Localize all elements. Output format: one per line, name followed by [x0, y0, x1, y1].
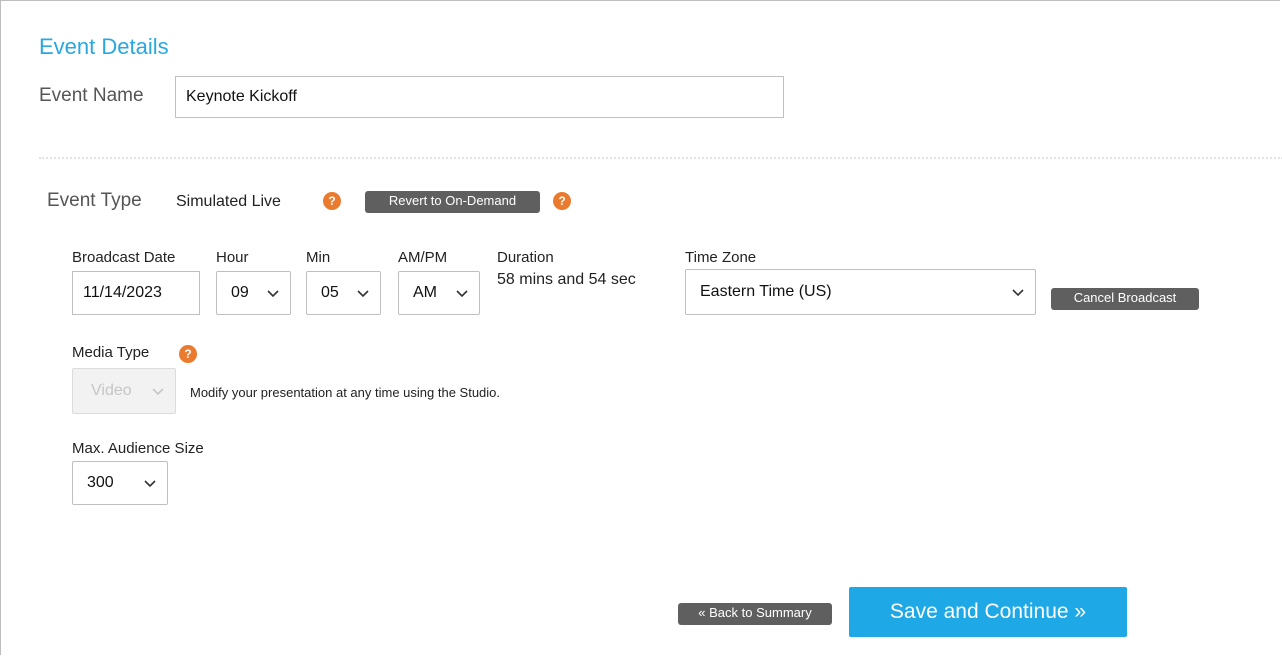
- time-zone-select[interactable]: Eastern Time (US): [685, 269, 1036, 315]
- media-type-select: Video: [72, 368, 176, 414]
- section-title: Event Details: [39, 34, 169, 59]
- broadcast-date-input[interactable]: [72, 271, 200, 315]
- min-value: 05: [321, 284, 339, 301]
- time-zone-value: Eastern Time (US): [700, 283, 832, 300]
- chevron-down-icon: [267, 290, 279, 298]
- media-type-hint: Modify your presentation at any time usi…: [190, 385, 501, 400]
- media-type-help-icon[interactable]: ?: [179, 345, 197, 363]
- time-zone-label: Time Zone: [685, 249, 757, 266]
- section-divider: [39, 157, 1282, 159]
- event-name-input[interactable]: [175, 76, 784, 118]
- revert-help-icon[interactable]: ?: [553, 192, 571, 210]
- hour-select[interactable]: 09: [216, 271, 291, 315]
- broadcast-date-label: Broadcast Date: [72, 249, 176, 266]
- revert-to-on-demand-button[interactable]: Revert to On-Demand: [365, 191, 540, 213]
- event-details-panel: Event Details Event Name Event Type Simu…: [0, 0, 1282, 655]
- max-audience-value: 300: [87, 474, 114, 491]
- hour-label: Hour: [216, 249, 249, 266]
- media-type-value: Video: [91, 382, 132, 399]
- event-type-label: Event Type: [47, 190, 142, 211]
- ampm-select[interactable]: AM: [398, 271, 480, 315]
- media-type-label: Media Type: [72, 344, 150, 361]
- chevron-down-icon: [152, 388, 164, 396]
- event-name-label: Event Name: [39, 85, 144, 106]
- ampm-value: AM: [413, 284, 437, 301]
- event-type-value: Simulated Live: [176, 193, 281, 210]
- duration-label: Duration: [497, 249, 554, 266]
- duration-value: 58 mins and 54 sec: [497, 271, 636, 288]
- chevron-down-icon: [144, 480, 156, 488]
- chevron-down-icon: [456, 290, 468, 298]
- cancel-broadcast-button[interactable]: Cancel Broadcast: [1051, 288, 1199, 310]
- chevron-down-icon: [357, 290, 369, 298]
- max-audience-select[interactable]: 300: [72, 461, 168, 505]
- back-to-summary-button[interactable]: « Back to Summary: [678, 603, 832, 625]
- event-type-help-icon[interactable]: ?: [323, 192, 341, 210]
- min-label: Min: [306, 249, 331, 266]
- min-select[interactable]: 05: [306, 271, 381, 315]
- chevron-down-icon: [1012, 289, 1024, 297]
- save-and-continue-button[interactable]: Save and Continue »: [849, 587, 1127, 637]
- ampm-label: AM/PM: [398, 249, 448, 266]
- max-audience-label: Max. Audience Size: [72, 440, 204, 457]
- hour-value: 09: [231, 284, 249, 301]
